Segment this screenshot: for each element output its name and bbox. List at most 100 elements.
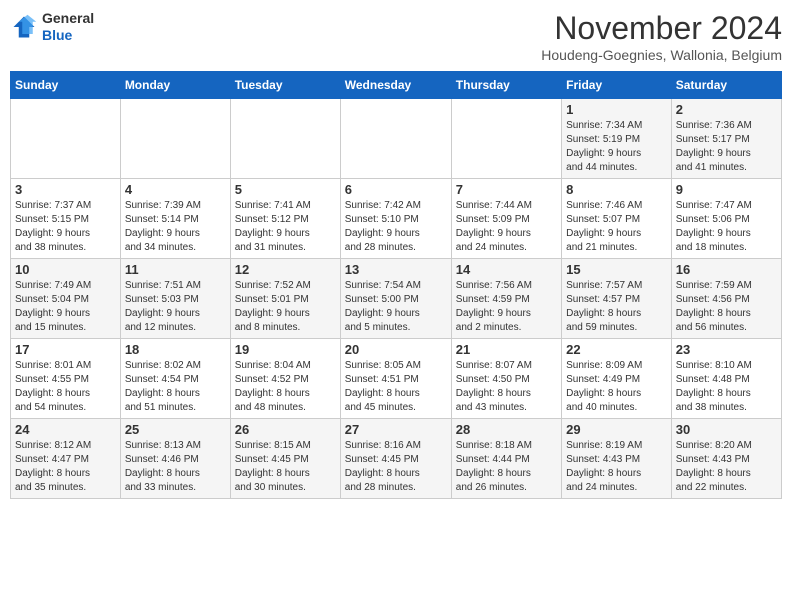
calendar-cell: 2Sunrise: 7:36 AMSunset: 5:17 PMDaylight… (671, 99, 781, 179)
day-info: Sunrise: 7:47 AMSunset: 5:06 PMDaylight:… (676, 199, 777, 255)
calendar-cell: 11 Sunrise: 7:51 AMSunset: 5:03 PMDayligh… (120, 259, 230, 339)
header: General Blue November 2024 Houdeng-Goegn… (10, 10, 782, 63)
calendar-cell: 26 Sunrise: 8:15 AMSunset: 4:45 PMDayligh… (230, 419, 340, 499)
calendar-cell: 25Sunrise: 8:13 AMSunset: 4:46 PMDayligh… (120, 419, 230, 499)
day-info: Sunrise: 8:15 AMSunset: 4:45 PMDaylight:… (235, 439, 336, 495)
logo-text: General Blue (42, 10, 94, 44)
day-info: Sunrise: 8:04 AMSunset: 4:52 PMDaylight:… (235, 359, 336, 415)
day-number: 22 (566, 342, 667, 357)
day-number: 3 (15, 182, 116, 197)
weekday-header-monday: Monday (120, 72, 230, 99)
day-number: 5 (235, 182, 336, 197)
day-info: Sunrise: 7:36 AMSunset: 5:17 PMDaylight:… (676, 119, 777, 175)
day-number: 30 (676, 422, 777, 437)
calendar-cell: 7 Sunrise: 7:44 AMSunset: 5:09 PMDaylight… (451, 179, 561, 259)
day-info: Sunrise: 8:07 AMSunset: 4:50 PMDaylight:… (456, 359, 557, 415)
calendar-week-5: 24Sunrise: 8:12 AMSunset: 4:47 PMDayligh… (11, 419, 782, 499)
day-info: Sunrise: 7:52 AMSunset: 5:01 PMDaylight:… (235, 279, 336, 335)
day-number: 7 (456, 182, 557, 197)
month-title: November 2024 (541, 10, 782, 47)
day-info: Sunrise: 8:05 AMSunset: 4:51 PMDaylight:… (345, 359, 447, 415)
calendar-cell: 13Sunrise: 7:54 AMSunset: 5:00 PMDayligh… (340, 259, 451, 339)
calendar-table: SundayMondayTuesdayWednesdayThursdayFrid… (10, 71, 782, 499)
calendar-cell: 6 Sunrise: 7:42 AMSunset: 5:10 PMDaylight… (340, 179, 451, 259)
day-info: Sunrise: 8:18 AMSunset: 4:44 PMDaylight:… (456, 439, 557, 495)
day-info: Sunrise: 7:39 AMSunset: 5:14 PMDaylight:… (125, 199, 226, 255)
day-info: Sunrise: 8:10 AMSunset: 4:48 PMDaylight:… (676, 359, 777, 415)
page: General Blue November 2024 Houdeng-Goegn… (0, 0, 792, 509)
logo-icon (10, 13, 38, 41)
calendar-cell: 23Sunrise: 8:10 AMSunset: 4:48 PMDayligh… (671, 339, 781, 419)
calendar-cell: 8Sunrise: 7:46 AMSunset: 5:07 PMDaylight… (562, 179, 672, 259)
day-info: Sunrise: 8:02 AMSunset: 4:54 PMDaylight:… (125, 359, 226, 415)
day-info: Sunrise: 7:59 AMSunset: 4:56 PMDaylight:… (676, 279, 777, 335)
weekday-header-sunday: Sunday (11, 72, 121, 99)
day-number: 26 (235, 422, 336, 437)
day-info: Sunrise: 7:42 AMSunset: 5:10 PMDaylight:… (345, 199, 447, 255)
calendar-cell: 10 Sunrise: 7:49 AMSunset: 5:04 PMDayligh… (11, 259, 121, 339)
calendar-cell (230, 99, 340, 179)
calendar-cell: 14 Sunrise: 7:56 AMSunset: 4:59 PMDayligh… (451, 259, 561, 339)
weekday-header-row: SundayMondayTuesdayWednesdayThursdayFrid… (11, 72, 782, 99)
day-info: Sunrise: 7:51 AMSunset: 5:03 PMDaylight:… (125, 279, 226, 335)
day-number: 20 (345, 342, 447, 357)
calendar-cell: 4 Sunrise: 7:39 AMSunset: 5:14 PMDaylight… (120, 179, 230, 259)
day-number: 11 (125, 262, 226, 277)
day-number: 29 (566, 422, 667, 437)
day-number: 1 (566, 102, 667, 117)
day-info: Sunrise: 8:16 AMSunset: 4:45 PMDaylight:… (345, 439, 447, 495)
weekday-header-thursday: Thursday (451, 72, 561, 99)
calendar-cell: 20 Sunrise: 8:05 AMSunset: 4:51 PMDayligh… (340, 339, 451, 419)
day-number: 17 (15, 342, 116, 357)
calendar-cell: 30Sunrise: 8:20 AMSunset: 4:43 PMDayligh… (671, 419, 781, 499)
day-info: Sunrise: 8:13 AMSunset: 4:46 PMDaylight:… (125, 439, 226, 495)
day-number: 8 (566, 182, 667, 197)
calendar-cell: 28Sunrise: 8:18 AMSunset: 4:44 PMDayligh… (451, 419, 561, 499)
calendar-cell: 12 Sunrise: 7:52 AMSunset: 5:01 PMDayligh… (230, 259, 340, 339)
day-number: 18 (125, 342, 226, 357)
day-info: Sunrise: 8:12 AMSunset: 4:47 PMDaylight:… (15, 439, 116, 495)
day-number: 4 (125, 182, 226, 197)
weekday-header-tuesday: Tuesday (230, 72, 340, 99)
day-number: 6 (345, 182, 447, 197)
calendar-cell: 22 Sunrise: 8:09 AMSunset: 4:49 PMDayligh… (562, 339, 672, 419)
calendar-cell (340, 99, 451, 179)
weekday-header-saturday: Saturday (671, 72, 781, 99)
day-number: 10 (15, 262, 116, 277)
day-number: 16 (676, 262, 777, 277)
day-number: 27 (345, 422, 447, 437)
weekday-header-friday: Friday (562, 72, 672, 99)
day-info: Sunrise: 7:37 AMSunset: 5:15 PMDaylight:… (15, 199, 116, 255)
calendar-cell: 9 Sunrise: 7:47 AMSunset: 5:06 PMDaylight… (671, 179, 781, 259)
calendar-cell: 17Sunrise: 8:01 AMSunset: 4:55 PMDayligh… (11, 339, 121, 419)
day-info: Sunrise: 7:41 AMSunset: 5:12 PMDaylight:… (235, 199, 336, 255)
day-info: Sunrise: 7:56 AMSunset: 4:59 PMDaylight:… (456, 279, 557, 335)
calendar-week-4: 17Sunrise: 8:01 AMSunset: 4:55 PMDayligh… (11, 339, 782, 419)
calendar-week-2: 3 Sunrise: 7:37 AMSunset: 5:15 PMDaylight… (11, 179, 782, 259)
day-number: 19 (235, 342, 336, 357)
calendar-cell: 18 Sunrise: 8:02 AMSunset: 4:54 PMDayligh… (120, 339, 230, 419)
day-number: 12 (235, 262, 336, 277)
calendar-cell: 19 Sunrise: 8:04 AMSunset: 4:52 PMDayligh… (230, 339, 340, 419)
day-number: 9 (676, 182, 777, 197)
weekday-header-wednesday: Wednesday (340, 72, 451, 99)
day-number: 21 (456, 342, 557, 357)
day-info: Sunrise: 7:34 AMSunset: 5:19 PMDaylight:… (566, 119, 667, 175)
day-info: Sunrise: 8:09 AMSunset: 4:49 PMDaylight:… (566, 359, 667, 415)
day-number: 14 (456, 262, 557, 277)
calendar-cell: 24Sunrise: 8:12 AMSunset: 4:47 PMDayligh… (11, 419, 121, 499)
day-info: Sunrise: 7:57 AMSunset: 4:57 PMDaylight:… (566, 279, 667, 335)
logo: General Blue (10, 10, 94, 44)
calendar-cell: 5 Sunrise: 7:41 AMSunset: 5:12 PMDaylight… (230, 179, 340, 259)
calendar-cell: 16 Sunrise: 7:59 AMSunset: 4:56 PMDayligh… (671, 259, 781, 339)
calendar-week-3: 10 Sunrise: 7:49 AMSunset: 5:04 PMDayligh… (11, 259, 782, 339)
day-info: Sunrise: 7:49 AMSunset: 5:04 PMDaylight:… (15, 279, 116, 335)
calendar-cell (11, 99, 121, 179)
day-info: Sunrise: 7:54 AMSunset: 5:00 PMDaylight:… (345, 279, 447, 335)
calendar-cell (120, 99, 230, 179)
title-section: November 2024 Houdeng-Goegnies, Wallonia… (541, 10, 782, 63)
day-info: Sunrise: 7:44 AMSunset: 5:09 PMDaylight:… (456, 199, 557, 255)
calendar-cell: 27 Sunrise: 8:16 AMSunset: 4:45 PMDayligh… (340, 419, 451, 499)
calendar-week-1: 1 Sunrise: 7:34 AMSunset: 5:19 PMDaylight… (11, 99, 782, 179)
calendar-cell: 29Sunrise: 8:19 AMSunset: 4:43 PMDayligh… (562, 419, 672, 499)
